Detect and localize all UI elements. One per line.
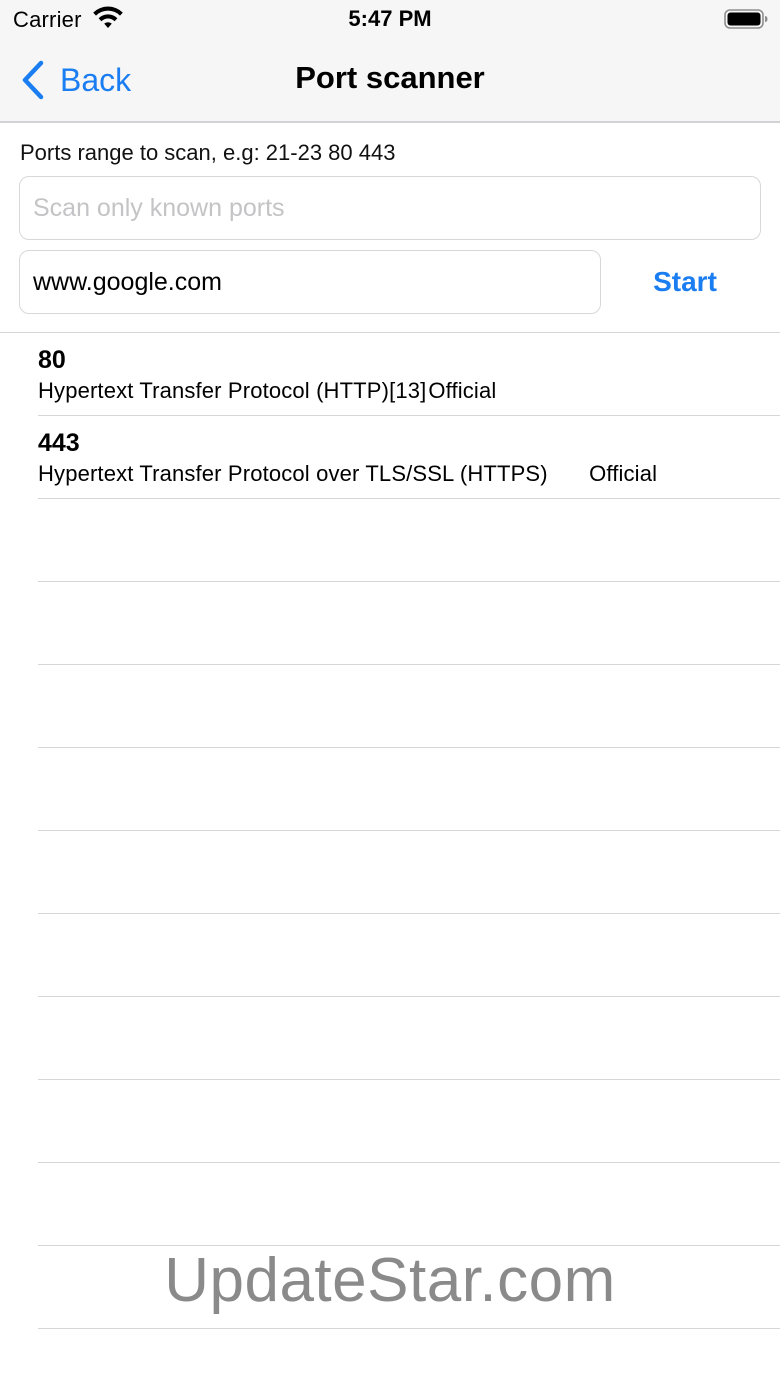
navigation-bar: Back Port scanner <box>0 40 780 123</box>
table-row[interactable] <box>38 997 780 1080</box>
table-row[interactable] <box>38 582 780 665</box>
start-button[interactable]: Start <box>620 258 750 306</box>
page-title: Port scanner <box>295 60 485 95</box>
port-description: Hypertext Transfer Protocol over TLS/SSL… <box>38 461 658 486</box>
table-row[interactable] <box>38 665 780 748</box>
table-row[interactable]: 443 Hypertext Transfer Protocol over TLS/… <box>38 416 780 499</box>
table-row[interactable] <box>38 1080 780 1163</box>
status-bar: Carrier 5:47 PM <box>0 0 780 40</box>
host-input[interactable] <box>19 250 601 314</box>
ports-range-input[interactable] <box>19 176 761 240</box>
ports-range-label: Ports range to scan, e.g: 21-23 80 443 <box>20 140 396 165</box>
table-row[interactable]: 80 Hypertext Transfer Protocol (HTTP)[13]… <box>38 333 780 416</box>
battery-icon <box>724 9 768 29</box>
results-list[interactable]: 80 Hypertext Transfer Protocol (HTTP)[13]… <box>0 333 780 1329</box>
table-row[interactable] <box>38 748 780 831</box>
table-row[interactable] <box>38 914 780 997</box>
table-row[interactable] <box>38 831 780 914</box>
status-time: 5:47 PM <box>348 6 432 31</box>
table-row[interactable] <box>38 499 780 582</box>
port-number: 443 <box>38 429 80 457</box>
port-number: 80 <box>38 346 66 374</box>
watermark-text: UpdateStar.com <box>164 1246 616 1315</box>
port-description: Hypertext Transfer Protocol (HTTP)[13] O… <box>38 378 497 403</box>
table-row[interactable] <box>38 1163 780 1246</box>
